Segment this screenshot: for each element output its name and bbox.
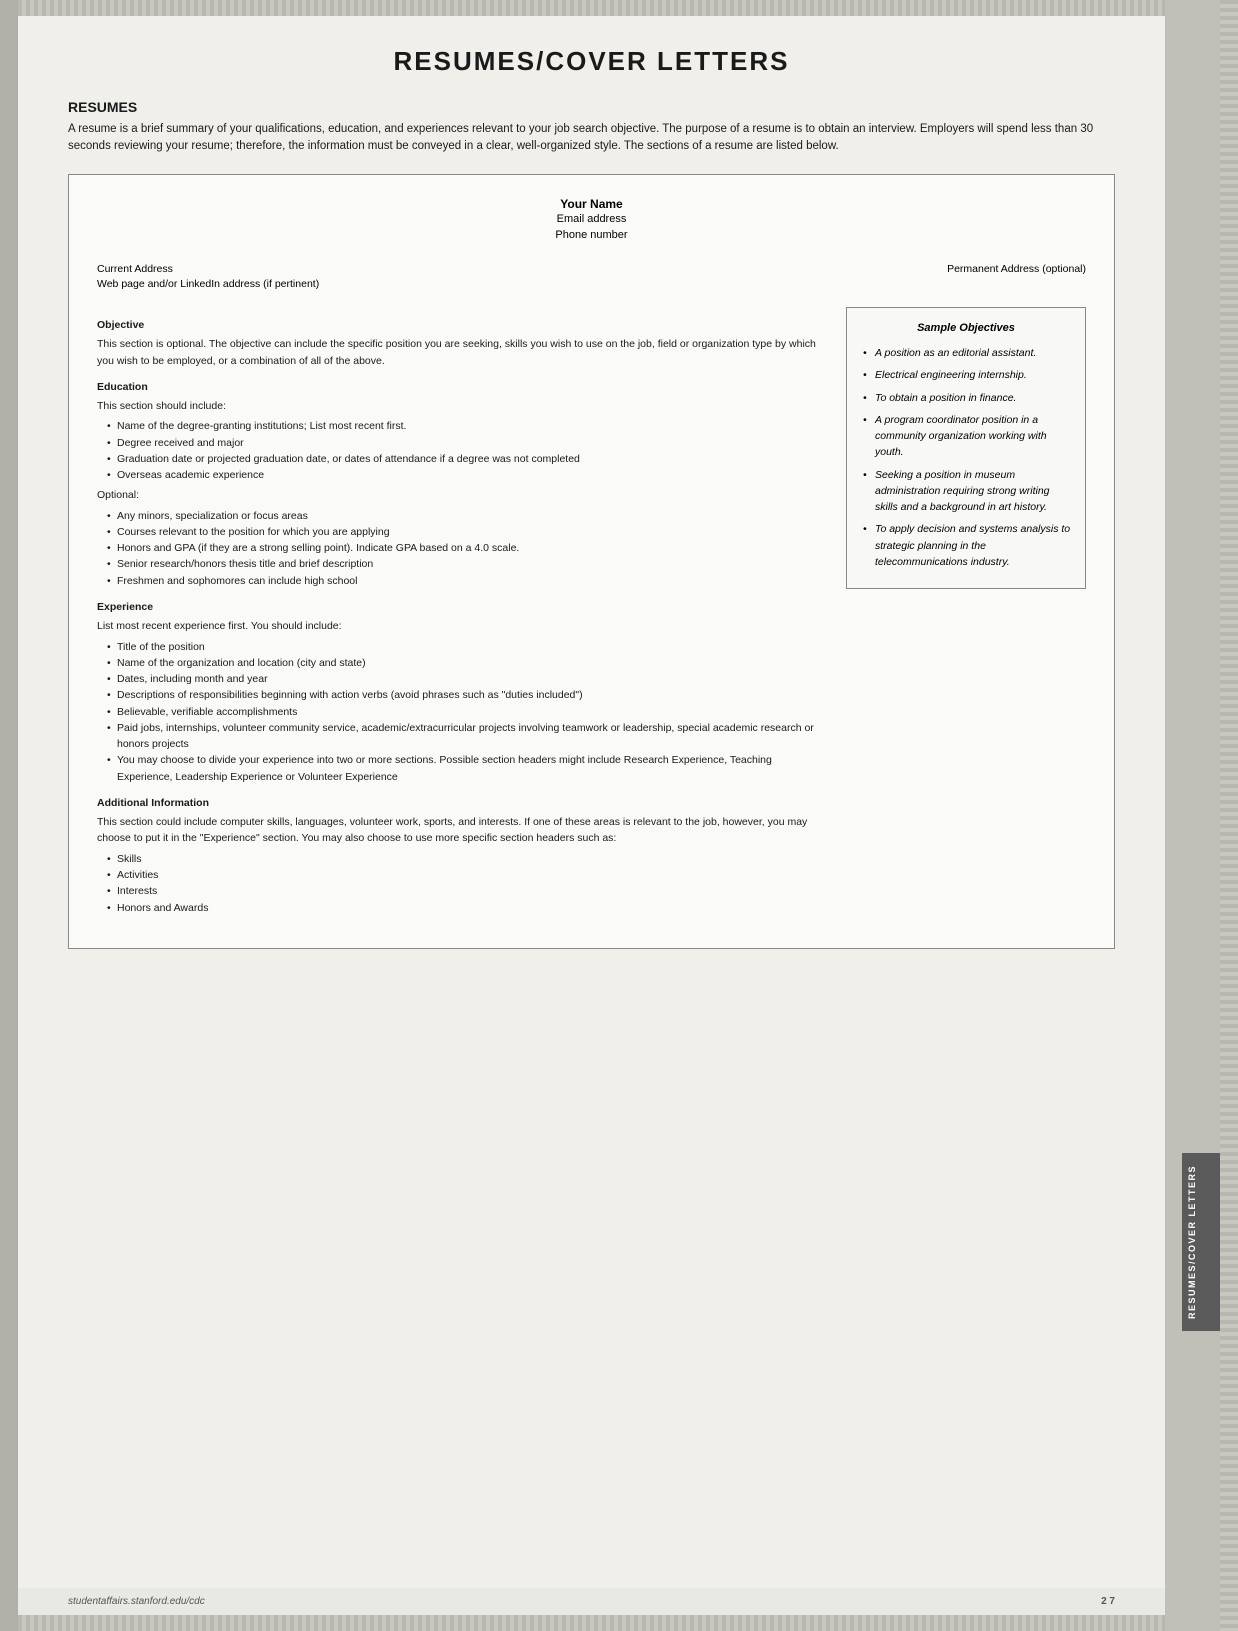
obj-5: Seeking a position in museum administrat… [861,467,1071,516]
current-address-label: Current Address [97,262,319,278]
experience-list: Title of the position Name of the organi… [97,639,830,785]
resume-right-col: Sample Objectives A position as an edito… [846,307,1086,920]
exp-item-5: Believable, verifiable accomplishments [107,704,830,720]
optional-label: Optional: [97,487,830,503]
right-grid-border [1220,0,1238,1631]
resumes-heading: RESUMES [68,99,1115,115]
resume-body: Objective This section is optional. The … [97,307,1086,920]
resume-left-col: Objective This section is optional. The … [97,307,830,920]
permanent-address-label: Permanent Address (optional) [947,262,1086,278]
phone-label: Phone number [97,227,1086,244]
edu-opt-1: Any minors, specialization or focus area… [107,508,830,524]
add-item-1: Skills [107,851,830,867]
right-sidebar: RESUMES/COVER LETTERS [1165,0,1220,1631]
add-item-3: Interests [107,883,830,899]
top-grid-border [18,0,1165,16]
obj-4: A program coordinator position in a comm… [861,412,1071,461]
edu-opt-3: Honors and GPA (if they are a strong sel… [107,540,830,556]
exp-item-3: Dates, including month and year [107,671,830,687]
experience-intro: List most recent experience first. You s… [97,618,830,634]
email-label: Email address [97,211,1086,228]
edu-opt-5: Freshmen and sophomores can include high… [107,573,830,589]
content-area: RESUMES/COVER LETTERS RESUMES A resume i… [18,16,1165,1588]
sidebar-tab: RESUMES/COVER LETTERS [1182,1153,1220,1331]
exp-item-6: Paid jobs, internships, volunteer commun… [107,720,830,753]
edu-opt-2: Courses relevant to the position for whi… [107,524,830,540]
bottom-grid-border [18,1615,1165,1631]
page-title: RESUMES/COVER LETTERS [68,46,1115,77]
your-name-label: Your Name [97,197,1086,211]
footer-url: studentaffairs.stanford.edu/cdc [68,1596,205,1607]
edu-item-3: Graduation date or projected graduation … [107,451,830,467]
education-title: Education [97,379,830,395]
additional-title: Additional Information [97,795,830,811]
obj-6: To apply decision and systems analysis t… [861,521,1071,570]
resumes-intro: A resume is a brief summary of your qual… [68,121,1115,156]
edu-opt-4: Senior research/honors thesis title and … [107,556,830,572]
add-item-4: Honors and Awards [107,900,830,916]
obj-1: A position as an editorial assistant. [861,345,1071,361]
resume-sample-box: Your Name Email address Phone number Cur… [68,174,1115,949]
exp-item-1: Title of the position [107,639,830,655]
obj-2: Electrical engineering internship. [861,367,1071,383]
web-linkedin-label: Web page and/or LinkedIn address (if per… [97,277,319,293]
additional-text: This section could include computer skil… [97,814,830,847]
exp-item-4: Descriptions of responsibilities beginni… [107,687,830,703]
footer-page: 2 7 [1101,1596,1115,1607]
objective-text: This section is optional. The objective … [97,336,830,369]
education-required-list: Name of the degree-granting institutions… [97,418,830,483]
edu-item-2: Degree received and major [107,435,830,451]
exp-item-2: Name of the organization and location (c… [107,655,830,671]
left-border [0,0,18,1631]
obj-3: To obtain a position in finance. [861,390,1071,406]
address-row: Current Address Web page and/or LinkedIn… [97,262,1086,294]
current-address-col: Current Address Web page and/or LinkedIn… [97,262,319,294]
education-optional-list: Any minors, specialization or focus area… [97,508,830,589]
sample-objectives-box: Sample Objectives A position as an edito… [846,307,1086,589]
objective-title: Objective [97,317,830,333]
main-content: RESUMES/COVER LETTERS RESUMES A resume i… [18,0,1165,1631]
edu-item-1: Name of the degree-granting institutions… [107,418,830,434]
exp-item-7: You may choose to divide your experience… [107,752,830,785]
additional-list: Skills Activities Interests Honors and A… [97,851,830,916]
sample-objectives-list: A position as an editorial assistant. El… [861,345,1071,570]
permanent-address-col: Permanent Address (optional) [947,262,1086,294]
add-item-2: Activities [107,867,830,883]
education-intro: This section should include: [97,398,830,414]
experience-title: Experience [97,599,830,615]
footer-bar: studentaffairs.stanford.edu/cdc 2 7 [18,1588,1165,1615]
resume-header: Your Name Email address Phone number [97,197,1086,244]
edu-item-4: Overseas academic experience [107,467,830,483]
sample-objectives-title: Sample Objectives [861,320,1071,337]
